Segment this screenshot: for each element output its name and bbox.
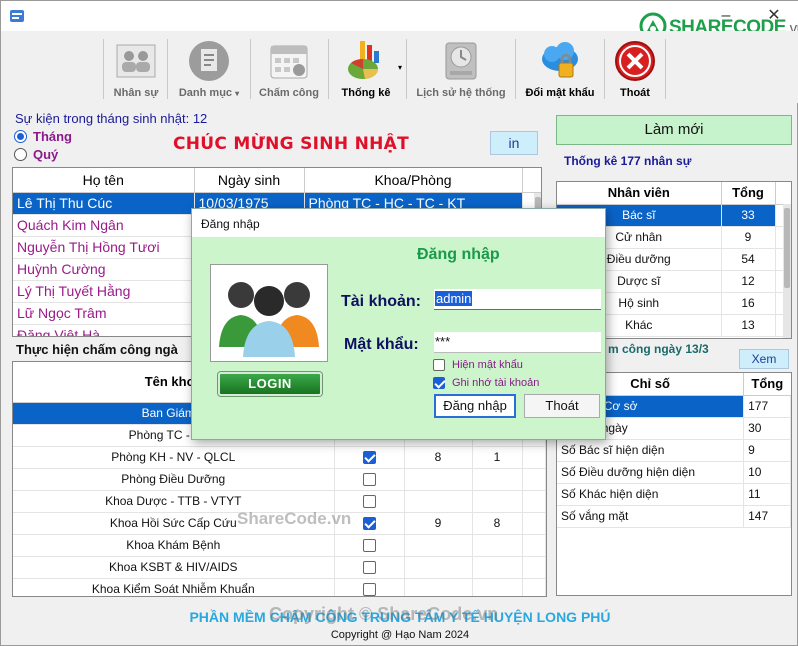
radio-month[interactable]	[14, 130, 27, 143]
users-avatar-image	[210, 264, 328, 362]
refresh-button[interactable]: Làm mới	[556, 115, 792, 145]
stats-scrollbar[interactable]	[783, 204, 791, 338]
dialog-title: Đăng nhập	[201, 217, 260, 231]
toolbar: Nhân sự Danh mục ▾ Chấm công Thống kê ▾ …	[1, 31, 798, 103]
attendance-checkbox[interactable]	[362, 451, 376, 465]
username-field[interactable]: admin	[434, 289, 601, 310]
password-field[interactable]: ***	[434, 332, 601, 353]
calendar-icon	[270, 45, 308, 79]
toolbar-lich-su-button[interactable]: Lịch sử hệ thống	[411, 37, 511, 101]
toolbar-separator	[250, 39, 251, 99]
watermark-bottom: Copyright © ShareCode.vn	[269, 604, 499, 624]
col-header-name[interactable]: Họ tên	[13, 168, 195, 193]
dialog-title-bar: Đăng nhập	[192, 209, 605, 237]
app-icon	[10, 10, 24, 22]
print-button[interactable]: in	[490, 131, 538, 155]
toolbar-separator	[515, 39, 516, 99]
login-exit-button[interactable]: Thoát	[524, 394, 600, 418]
table-row[interactable]: Số Bác sĩ hiện diện 9	[557, 439, 791, 462]
login-submit-button[interactable]: Đăng nhập	[434, 394, 516, 418]
toolbar-separator	[328, 39, 329, 99]
attendance-checkbox[interactable]	[362, 473, 376, 487]
login-heading: Đăng nhập	[417, 246, 500, 263]
birthday-heading: Sự kiện trong tháng sinh nhật: 12	[15, 111, 208, 126]
table-row[interactable]: Số Điều dưỡng hiện diện 10	[557, 461, 791, 484]
toolbar-separator	[167, 39, 168, 99]
attendance-heading: Thực hiện chấm công ngà	[16, 342, 178, 357]
radio-month-label[interactable]: Tháng	[33, 129, 72, 144]
table-header-row: Nhân viên Tổng	[557, 182, 791, 205]
toolbar-separator	[103, 39, 104, 99]
toolbar-cham-cong-button[interactable]: Chấm công	[252, 37, 326, 101]
watermark-center: ShareCode.vn	[237, 509, 352, 528]
login-dialog: Đăng nhập Đăng nhập LOGIN Tài khoản: adm…	[191, 208, 606, 440]
username-label: Tài khoản:	[341, 293, 422, 310]
table-row[interactable]: Khoa Kiểm Soát Nhiễm Khuẩn	[13, 578, 546, 596]
show-password-label[interactable]: Hiện mật khẩu	[452, 359, 523, 371]
table-row[interactable]: Số vắng mặt 147	[557, 505, 791, 528]
attendance-checkbox[interactable]	[362, 517, 376, 531]
toolbar-separator	[665, 39, 666, 99]
toolbar-doi-mat-khau-button[interactable]: Đổi mật khẩu	[518, 37, 602, 101]
table-row[interactable]: Phòng KH - NV - QLCL 8 1	[13, 446, 546, 469]
toolbar-thong-ke-button[interactable]: Thống kê ▾	[330, 37, 402, 101]
table-row[interactable]: Số Khác hiện diện 11	[557, 483, 791, 506]
history-disk-icon	[445, 42, 477, 80]
col-header-total[interactable]: Tổng	[721, 182, 776, 205]
password-label: Mật khẩu:	[344, 336, 419, 353]
col-header-dob[interactable]: Ngày sinh	[194, 168, 305, 193]
pie-chart-icon	[348, 41, 379, 79]
remember-checkbox[interactable]	[433, 377, 445, 389]
toolbar-nhan-su-button[interactable]: Nhân sự	[106, 37, 166, 101]
dropdown-arrow-icon: ▾	[397, 63, 402, 72]
col-header-staff[interactable]: Nhân viên	[557, 182, 722, 205]
toolbar-thoat-button[interactable]: Thoát	[607, 37, 663, 101]
table-row[interactable]: Khoa KSBT & HIV/AIDS	[13, 556, 546, 579]
radio-quarter-label[interactable]: Quý	[33, 147, 58, 162]
col-header-dept[interactable]: Khoa/Phòng	[304, 168, 523, 193]
table-row[interactable]: Khoa Khám Bệnh	[13, 534, 546, 557]
radio-quarter[interactable]	[14, 148, 27, 161]
exit-x-icon	[615, 41, 655, 81]
cloud-lock-icon	[542, 42, 578, 78]
main-window: – ✕ SHARECODE.vn Nhân sự	[0, 0, 798, 646]
table-header-row: Họ tên Ngày sinh Khoa/Phòng	[13, 168, 541, 193]
clipboard-list-icon	[189, 41, 229, 81]
daily-attendance-heading: m công ngày 13/3	[608, 342, 709, 356]
footer-copyright: Copyright @ Hạo Nam 2024	[330, 629, 470, 641]
attendance-checkbox[interactable]	[362, 583, 376, 596]
attendance-checkbox[interactable]	[362, 495, 376, 509]
staff-stats-heading: Thống kê 177 nhân sự	[564, 154, 692, 168]
col-header-ind-total[interactable]: Tổng	[743, 373, 791, 396]
attendance-checkbox[interactable]	[362, 539, 376, 553]
login-image-button[interactable]: LOGIN	[218, 372, 322, 396]
toolbar-danh-muc-button[interactable]: Danh mục ▾	[169, 37, 249, 101]
remember-label[interactable]: Ghi nhớ tài khoản	[452, 377, 539, 389]
show-password-checkbox[interactable]	[433, 359, 445, 371]
congrats-title: CHÚC MỪNG SINH NHẬT	[173, 134, 409, 154]
toolbar-separator	[406, 39, 407, 99]
view-button[interactable]: Xem	[739, 349, 789, 369]
people-group-icon	[116, 44, 156, 78]
table-row[interactable]: Phòng Điều Dưỡng	[13, 468, 546, 491]
users-group-icon	[219, 282, 319, 357]
attendance-checkbox[interactable]	[362, 561, 376, 575]
toolbar-separator	[604, 39, 605, 99]
